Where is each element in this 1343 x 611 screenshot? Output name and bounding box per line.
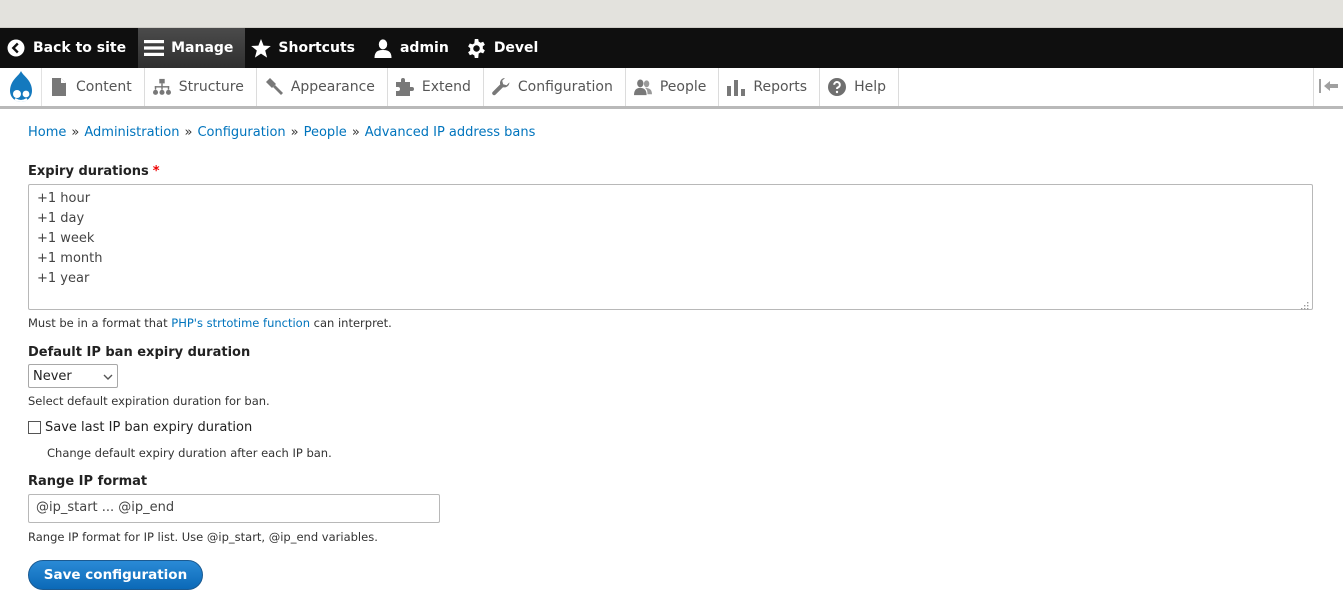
- toolbar-user-label: admin: [399, 40, 449, 56]
- required-marker: *: [152, 164, 160, 179]
- toolbar-shortcuts-label: Shortcuts: [278, 40, 355, 56]
- toolbar-manage-label: Manage: [171, 40, 234, 56]
- resize-handle-icon[interactable]: [1300, 297, 1309, 310]
- breadcrumb-separator: »: [71, 124, 80, 140]
- tray-item-help[interactable]: Help: [820, 68, 899, 106]
- puzzle-icon: [395, 78, 414, 96]
- tray-item-label: People: [659, 79, 707, 95]
- main-content: Home » Administration » Configuration » …: [28, 122, 1318, 590]
- expiry-durations-label-text: Expiry durations: [28, 164, 149, 179]
- breadcrumb-advanced-ip-bans[interactable]: Advanced IP address bans: [365, 125, 536, 140]
- toolbar-user[interactable]: admin: [367, 28, 461, 68]
- textarea-line: +1 hour: [37, 191, 91, 206]
- tray-item-label: Reports: [753, 79, 808, 95]
- strtotime-link[interactable]: PHP's strtotime function: [171, 316, 310, 330]
- save-last-duration-row: Save last IP ban expiry duration: [28, 420, 252, 435]
- tray-item-label: Appearance: [290, 79, 375, 95]
- tray-item-appearance[interactable]: Appearance: [257, 68, 388, 106]
- default-duration-description: Select default expiration duration for b…: [28, 394, 270, 408]
- breadcrumb-home[interactable]: Home: [28, 125, 66, 140]
- bar-chart-icon: [727, 78, 746, 96]
- browser-top-strip: [0, 0, 1343, 28]
- textarea-line: +1 month: [37, 251, 103, 266]
- expiry-durations-textarea[interactable]: +1 hour +1 day +1 week +1 month +1 year: [28, 184, 1313, 310]
- toolbar-back-label: Back to site: [33, 40, 127, 56]
- breadcrumb-separator: »: [351, 124, 360, 140]
- textarea-line: +1 year: [37, 271, 90, 286]
- file-icon: [50, 78, 68, 96]
- expiry-desc-after: can interpret.: [310, 316, 392, 330]
- wrench-icon: [492, 78, 510, 96]
- toolbar-manage[interactable]: Manage: [138, 28, 246, 68]
- toolbar-devel[interactable]: Devel: [461, 28, 551, 68]
- user-icon: [373, 38, 393, 58]
- range-ip-format-label: Range IP format: [28, 474, 148, 489]
- chevron-down-icon: [103, 369, 113, 384]
- help-icon: [828, 78, 847, 96]
- tray-item-people[interactable]: People: [626, 68, 720, 106]
- menu-icon: [144, 38, 165, 58]
- brush-icon: [265, 78, 283, 96]
- tray-item-label: Content: [76, 79, 132, 95]
- default-duration-selected: Never: [33, 368, 72, 384]
- save-last-duration-checkbox[interactable]: [28, 421, 41, 434]
- range-ip-format-description: Range IP format for IP list. Use @ip_sta…: [28, 530, 378, 544]
- save-last-duration-description: Change default expiry duration after eac…: [47, 446, 332, 460]
- admin-tray: Content Structure Appearance Extend Conf…: [0, 68, 1343, 109]
- tray-item-reports[interactable]: Reports: [719, 68, 821, 106]
- textarea-line: +1 week: [37, 231, 95, 246]
- tray-item-content[interactable]: Content: [42, 68, 145, 106]
- save-last-duration-label[interactable]: Save last IP ban expiry duration: [45, 420, 252, 435]
- range-ip-format-input[interactable]: @ip_start ... @ip_end: [28, 494, 440, 523]
- breadcrumb-separator: »: [290, 124, 299, 140]
- toolbar-back-to-site[interactable]: Back to site: [0, 28, 138, 68]
- default-duration-label: Default IP ban expiry duration: [28, 345, 251, 360]
- breadcrumb-people[interactable]: People: [304, 125, 347, 140]
- breadcrumb-configuration[interactable]: Configuration: [197, 125, 285, 140]
- breadcrumb-separator: »: [184, 124, 193, 140]
- textarea-line: +1 day: [37, 211, 85, 226]
- sitemap-icon: [152, 78, 171, 96]
- admin-toolbar: Back to site Manage Shortcuts admin Deve…: [0, 28, 1343, 68]
- save-configuration-button[interactable]: Save configuration: [28, 560, 203, 590]
- star-icon: [251, 38, 272, 58]
- expiry-durations-label: Expiry durations *: [28, 164, 160, 179]
- toolbar-devel-label: Devel: [493, 40, 539, 56]
- tray-item-label: Configuration: [517, 79, 613, 95]
- expiry-durations-description: Must be in a format that PHP's strtotime…: [28, 316, 392, 330]
- collapse-arrow-icon: [1318, 78, 1339, 97]
- tray-spacer: [899, 68, 1313, 106]
- tray-item-structure[interactable]: Structure: [145, 68, 257, 106]
- drupal-logo-icon[interactable]: [0, 68, 42, 106]
- gear-icon: [467, 38, 487, 58]
- breadcrumb: Home » Administration » Configuration » …: [28, 122, 1318, 142]
- tray-item-extend[interactable]: Extend: [388, 68, 484, 106]
- people-icon: [633, 78, 652, 96]
- tray-item-label: Structure: [178, 79, 244, 95]
- default-duration-select[interactable]: Never: [28, 364, 118, 388]
- tray-item-label: Extend: [421, 79, 471, 95]
- back-circle-icon: [6, 38, 26, 58]
- tray-item-configuration[interactable]: Configuration: [484, 68, 626, 106]
- toolbar-shortcuts[interactable]: Shortcuts: [245, 28, 367, 68]
- tray-orientation-toggle[interactable]: [1313, 68, 1343, 106]
- tray-item-label: Help: [854, 79, 886, 95]
- breadcrumb-administration[interactable]: Administration: [84, 125, 179, 140]
- expiry-desc-before: Must be in a format that: [28, 316, 172, 330]
